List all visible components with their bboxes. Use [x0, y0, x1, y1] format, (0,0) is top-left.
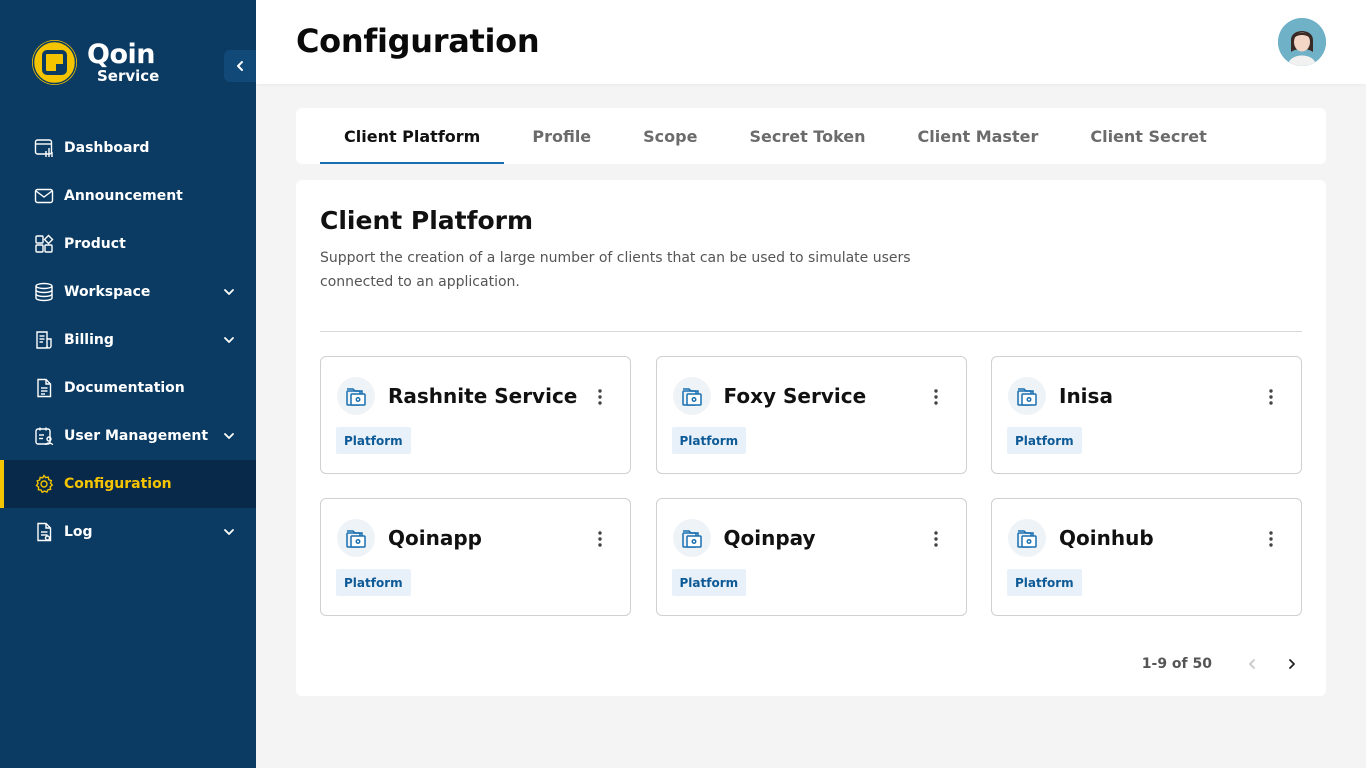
sidebar-item-announcement[interactable]: Announcement [0, 172, 256, 220]
sidebar-item-label: Dashboard [64, 140, 150, 156]
sidebar-item-label: Product [64, 236, 126, 252]
log-icon [34, 522, 54, 542]
logo-mark-icon [32, 40, 77, 85]
product-icon [34, 234, 54, 254]
chevron-down-icon [222, 429, 236, 443]
sidebar-item-dashboard[interactable]: Dashboard [0, 124, 256, 172]
sidebar-item-configuration[interactable]: Configuration [0, 460, 256, 508]
sidebar-item-label: Billing [64, 332, 114, 348]
platform-badge: Platform [671, 427, 747, 454]
folder-gear-icon [1008, 377, 1046, 415]
pagination-range: 1-9 of 50 [1141, 656, 1212, 672]
client-name: Foxy Service [723, 384, 867, 408]
client-name: Qoinpay [723, 526, 816, 550]
user-avatar[interactable] [1278, 18, 1326, 66]
client-card[interactable]: Qoinpay Platform [655, 498, 967, 616]
chevron-down-icon [222, 285, 236, 299]
chevron-down-icon [222, 525, 236, 539]
chevron-right-icon [1289, 659, 1295, 669]
platform-badge: Platform [336, 427, 411, 454]
client-card[interactable]: Rashnite Service Platform [320, 356, 631, 474]
more-vertical-icon[interactable] [1261, 385, 1281, 409]
logo-subtitle: Service [97, 67, 160, 85]
sidebar-nav: Dashboard Announcement Product Workspace… [0, 124, 256, 556]
more-vertical-icon[interactable] [590, 527, 610, 551]
tab-client-platform[interactable]: Client Platform [320, 108, 505, 164]
chevron-down-icon [222, 333, 236, 347]
client-card[interactable]: Qoinapp Platform [320, 498, 631, 616]
sidebar-collapse-button[interactable] [224, 50, 256, 82]
sidebar-item-workspace[interactable]: Workspace [0, 268, 256, 316]
billing-icon [34, 330, 54, 350]
panel-title: Client Platform [320, 206, 534, 235]
client-card[interactable]: Qoinhub Platform [991, 498, 1302, 616]
page-title: Configuration [296, 22, 540, 60]
sidebar: Qoin Service Dashboard Announcement Prod… [0, 0, 256, 768]
folder-gear-icon [672, 519, 711, 557]
gear-icon [34, 474, 54, 494]
platform-badge: Platform [1007, 427, 1082, 454]
sidebar-item-product[interactable]: Product [0, 220, 256, 268]
platform-badge: Platform [671, 569, 747, 596]
config-tabs: Client Platform Profile Scope Secret Tok… [296, 108, 1326, 164]
client-name: Qoinhub [1059, 526, 1154, 550]
tab-client-master[interactable]: Client Master [894, 108, 1063, 164]
more-vertical-icon[interactable] [590, 385, 610, 409]
folder-gear-icon [672, 377, 711, 415]
user-management-icon [34, 426, 54, 446]
divider [320, 331, 1302, 332]
sidebar-item-log[interactable]: Log [0, 508, 256, 556]
client-name: Qoinapp [388, 526, 482, 550]
logo-title: Qoin [87, 39, 155, 70]
more-vertical-icon[interactable] [926, 385, 946, 409]
tab-secret-token[interactable]: Secret Token [725, 108, 889, 164]
folder-gear-icon [337, 377, 375, 415]
sidebar-item-billing[interactable]: Billing [0, 316, 256, 364]
logo[interactable]: Qoin Service [32, 40, 159, 85]
sidebar-item-documentation[interactable]: Documentation [0, 364, 256, 412]
sidebar-item-label: Configuration [64, 476, 172, 492]
folder-gear-icon [337, 519, 375, 557]
chevron-left-icon [1249, 659, 1255, 669]
client-name: Rashnite Service [388, 384, 578, 408]
sidebar-item-label: Log [64, 524, 93, 540]
platform-badge: Platform [1007, 569, 1082, 596]
sidebar-item-label: Announcement [64, 188, 183, 204]
sidebar-item-label: Documentation [64, 380, 185, 396]
panel-description: Support the creation of a large number o… [320, 250, 911, 290]
database-icon [34, 282, 54, 302]
sidebar-item-label: User Management [64, 428, 209, 444]
folder-gear-icon [1008, 519, 1046, 557]
client-card[interactable]: Inisa Platform [991, 356, 1302, 474]
tab-client-secret[interactable]: Client Secret [1066, 108, 1230, 164]
top-header: Configuration [256, 0, 1366, 84]
tab-profile[interactable]: Profile [508, 108, 615, 164]
more-vertical-icon[interactable] [926, 527, 946, 551]
previous-page-button[interactable] [1242, 652, 1262, 676]
logo-text: Qoin Service [87, 41, 159, 84]
sidebar-item-user-management[interactable]: User Management [0, 412, 256, 460]
sidebar-item-label: Workspace [64, 284, 151, 300]
mail-icon [34, 186, 54, 206]
platform-badge: Platform [336, 569, 411, 596]
more-vertical-icon[interactable] [1261, 527, 1281, 551]
client-card[interactable]: Foxy Service Platform [655, 356, 967, 474]
client-name: Inisa [1059, 384, 1113, 408]
chevron-left-icon [237, 61, 243, 71]
pagination: 1-9 of 50 [1142, 652, 1302, 676]
client-card-grid: Rashnite Service Platform Foxy Service P… [320, 356, 1302, 616]
client-platform-panel: Client Platform Support the creation of … [296, 180, 1326, 696]
next-page-button[interactable] [1282, 652, 1302, 676]
document-icon [34, 378, 54, 398]
tab-scope[interactable]: Scope [619, 108, 721, 164]
dashboard-icon [34, 138, 54, 158]
